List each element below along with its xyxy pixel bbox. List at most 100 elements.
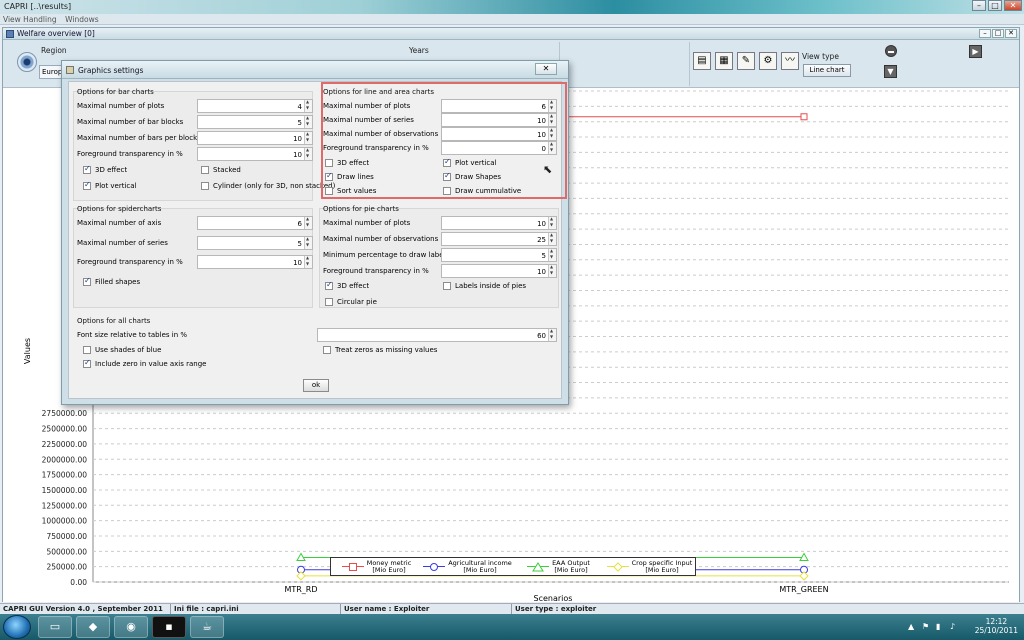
- y-axis-label: Values: [23, 338, 32, 364]
- volume-icon[interactable]: ♪: [950, 622, 955, 631]
- start-button[interactable]: [3, 615, 31, 639]
- dialog-titlebar: Graphics settings ✕: [62, 61, 568, 79]
- status-ini-file: Ini file : capri.ini: [174, 605, 239, 613]
- arrow-icon[interactable]: ▶: [969, 45, 982, 58]
- checkbox-label: Stacked: [213, 166, 241, 174]
- bar-max-blocks-spinner[interactable]: 5: [197, 115, 313, 129]
- wrench-icon[interactable]: ✎: [737, 52, 755, 70]
- spinner-value: 10: [537, 117, 546, 125]
- bar-max-plots-spinner[interactable]: 4: [197, 99, 313, 113]
- y-tick-label: 2000000.00: [42, 455, 88, 464]
- pie-max-observations-row: Maximal number of observations 25: [323, 232, 559, 246]
- line-max-series-spinner[interactable]: 10: [441, 113, 557, 127]
- line-max-plots-row: Maximal number of plots 6: [323, 99, 559, 113]
- panel-title: Options for pie charts: [323, 205, 399, 213]
- checkbox-label: Sort values: [337, 187, 377, 195]
- app-icon[interactable]: ◆: [76, 616, 110, 638]
- remove-icon[interactable]: [885, 45, 897, 57]
- chrome-icon[interactable]: ◉: [114, 616, 148, 638]
- maximize-button[interactable]: □: [988, 0, 1002, 11]
- row-label: Foreground transparency in %: [77, 258, 183, 266]
- menu-windows[interactable]: Windows: [62, 14, 101, 25]
- line-max-observations-spinner[interactable]: 10: [441, 127, 557, 141]
- font-size-spinner[interactable]: 60: [317, 328, 557, 342]
- eye-icon[interactable]: [17, 52, 37, 72]
- checkbox-label: Cylinder (only for 3D, non stacked): [213, 182, 336, 190]
- checkbox-label: Labels inside of pies: [455, 282, 527, 290]
- folder-icon[interactable]: ▭: [38, 616, 72, 638]
- spinner-value: 10: [537, 220, 546, 228]
- window-titlebar: CAPRI [..\results] – □ ✕: [0, 0, 1024, 14]
- spinner-value: 6: [541, 103, 546, 111]
- bar-transparency-spinner[interactable]: 10: [197, 147, 313, 161]
- chart-settings-icon[interactable]: ⚙: [759, 52, 777, 70]
- taskbar: ▭ ◆ ◉ ▪ ☕ ▲ ⚑ ▮ ♪ 12:12 25/10/2011: [0, 614, 1024, 640]
- legend-unit: [Mio Euro]: [463, 565, 497, 574]
- spinner-value: 5: [297, 240, 302, 248]
- view-type-label: View type: [802, 52, 839, 61]
- inner-minimize-button[interactable]: –: [979, 29, 991, 38]
- status-bar: CAPRI GUI Version 4.0 , September 2011 I…: [0, 603, 1024, 614]
- y-tick-label: 2500000.00: [42, 425, 88, 434]
- checkbox-label: Draw lines: [337, 173, 374, 181]
- row-label: Maximal number of plots: [323, 102, 411, 110]
- line-max-plots-spinner[interactable]: 6: [441, 99, 557, 113]
- table-icon[interactable]: ▦: [715, 52, 733, 70]
- view-type-select[interactable]: Line chart: [803, 64, 851, 77]
- spider-max-series-spinner[interactable]: 5: [197, 236, 313, 250]
- row-label: Foreground transparency in %: [323, 267, 429, 275]
- spinner-value: 5: [297, 119, 302, 127]
- x-tick-label: MTR_GREEN: [779, 585, 828, 594]
- y-tick-label: 1000000.00: [42, 517, 88, 526]
- status-user-name: User name : Exploiter: [344, 605, 430, 613]
- pie-min-percentage-row: Minimum percentage to draw label 5: [323, 248, 559, 262]
- spinner-value: 10: [537, 268, 546, 276]
- line-chart-icon[interactable]: 〰: [781, 52, 799, 70]
- pie-min-percentage-spinner[interactable]: 5: [441, 248, 557, 262]
- spinner-value: 10: [293, 259, 302, 267]
- menu-view-handling[interactable]: View Handling: [0, 14, 60, 25]
- spider-max-series-row: Maximal number of series 5: [77, 236, 317, 250]
- java-icon[interactable]: ☕: [190, 616, 224, 638]
- line-max-observations-row: Maximal number of observations 10: [323, 127, 559, 141]
- inner-window-title: Welfare overview [0]: [17, 29, 95, 38]
- pie-max-plots-spinner[interactable]: 10: [441, 216, 557, 230]
- status-user-type: User type : exploiter: [515, 605, 597, 613]
- inner-close-button[interactable]: ✕: [1005, 29, 1017, 38]
- dialog-close-button[interactable]: ✕: [535, 63, 557, 75]
- network-icon[interactable]: ▮: [936, 622, 940, 631]
- mouse-cursor-icon: ⬉: [543, 163, 553, 176]
- spinner-value: 10: [537, 131, 546, 139]
- row-label: Foreground transparency in %: [323, 144, 429, 152]
- pie-transparency-spinner[interactable]: 10: [441, 264, 557, 278]
- checkbox-label: 3D effect: [95, 166, 128, 174]
- flag-icon[interactable]: ⚑: [922, 622, 929, 631]
- panel-title: Options for bar charts: [77, 88, 154, 96]
- close-button[interactable]: ✕: [1004, 0, 1022, 11]
- spider-transparency-spinner[interactable]: 10: [197, 255, 313, 269]
- filter-icon[interactable]: ▼: [884, 65, 897, 78]
- terminal-icon[interactable]: ▪: [152, 616, 186, 638]
- spider-max-axis-spinner[interactable]: 6: [197, 216, 313, 230]
- checkbox-label: Draw cummulative: [455, 187, 522, 195]
- legend-item-money-metric: Money metric [Mio Euro]: [331, 559, 422, 574]
- graphics-settings-dialog: Graphics settings ✕ Options for bar char…: [61, 60, 569, 405]
- show-hidden-icon[interactable]: ▲: [908, 622, 914, 631]
- dialog-icon: [66, 66, 74, 74]
- inner-restore-button[interactable]: □: [992, 29, 1004, 38]
- y-tick-label: 500000.00: [46, 547, 87, 556]
- data-point: [296, 571, 306, 581]
- bar-max-bars-spinner[interactable]: 10: [197, 131, 313, 145]
- checkbox-label: Circular pie: [337, 298, 377, 306]
- pie-max-observations-spinner[interactable]: 25: [441, 232, 557, 246]
- line-transparency-row: Foreground transparency in % 0: [323, 141, 559, 155]
- legend-item-eaa-output: EAA Output [Mio Euro]: [513, 559, 604, 574]
- ok-button[interactable]: ok: [303, 379, 329, 392]
- clock[interactable]: 12:12 25/10/2011: [975, 617, 1018, 635]
- minimize-button[interactable]: –: [972, 0, 986, 11]
- diamond-marker-icon: [606, 561, 629, 572]
- y-tick-label: 1250000.00: [42, 501, 88, 510]
- line-transparency-spinner[interactable]: 0: [441, 141, 557, 155]
- document-icon[interactable]: ▤: [693, 52, 711, 70]
- spider-max-axis-row: Maximal number of axis 6: [77, 216, 317, 230]
